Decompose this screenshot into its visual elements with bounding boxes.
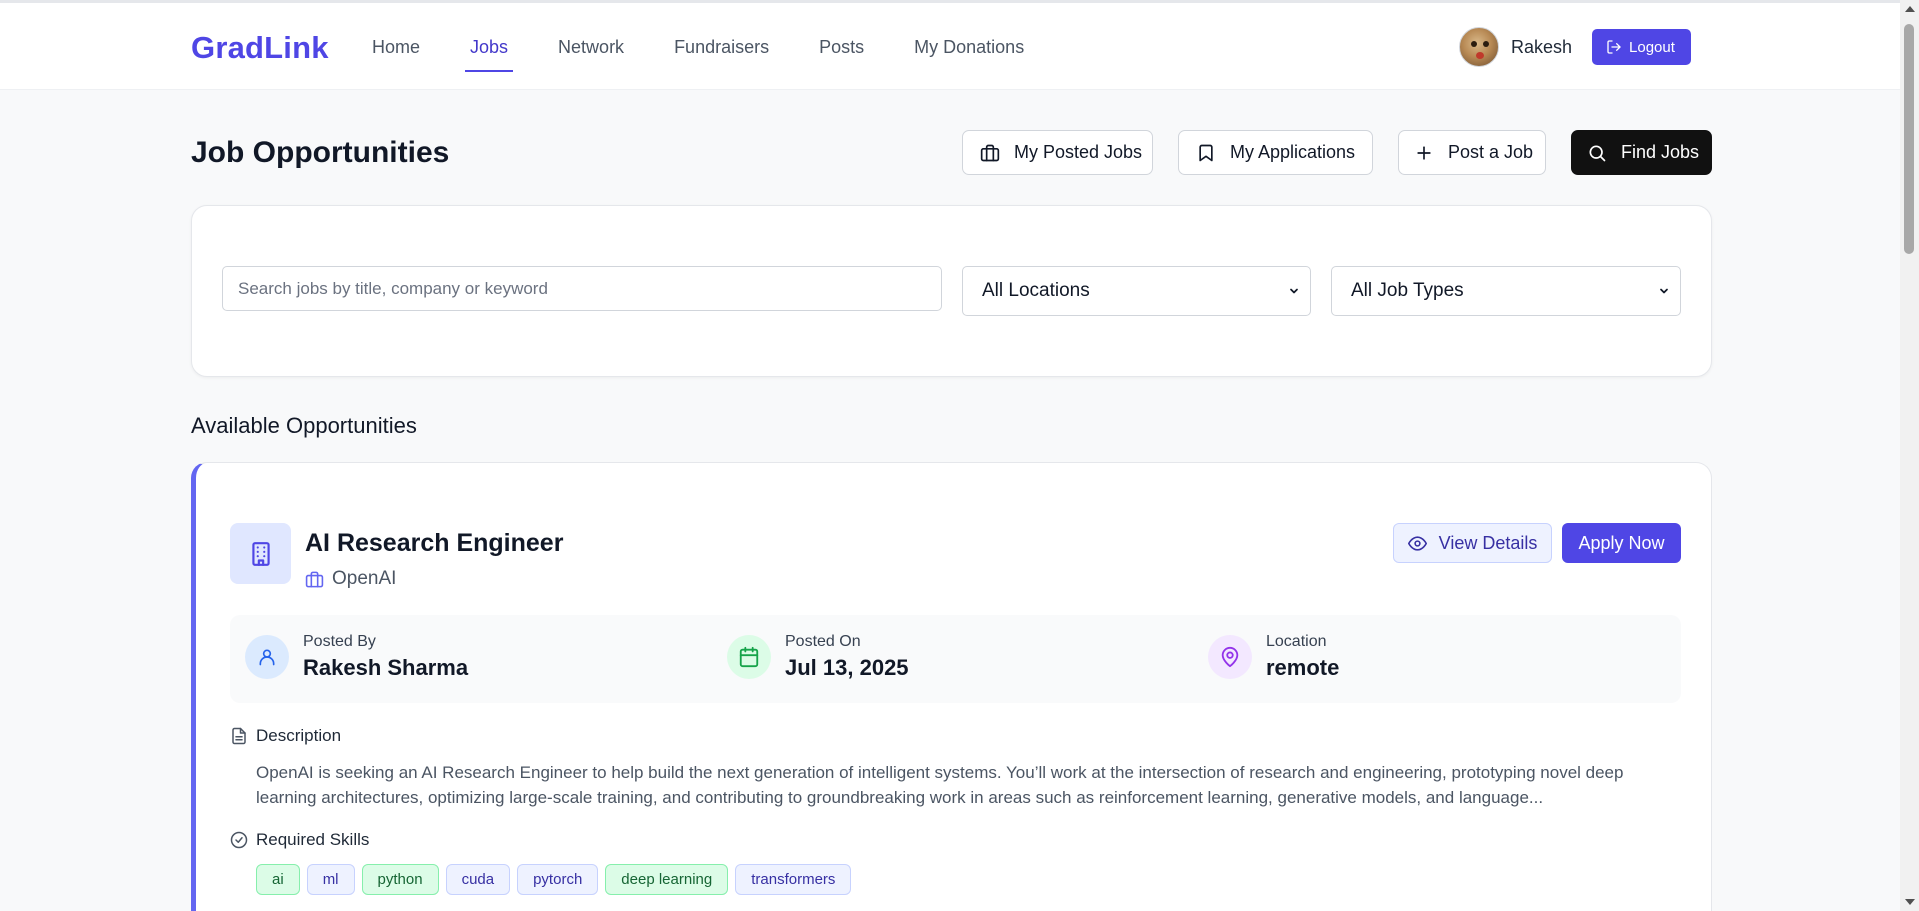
skill-tag: pytorch xyxy=(517,864,599,895)
check-circle-icon xyxy=(230,831,248,849)
calendar-icon xyxy=(727,635,771,679)
post-job-button[interactable]: Post a Job xyxy=(1398,130,1546,175)
skill-tag: ml xyxy=(306,864,355,895)
location-label: Location xyxy=(1266,633,1327,650)
skill-tag: ai xyxy=(256,864,300,895)
plus-icon xyxy=(1417,145,1431,160)
bookmark-icon xyxy=(1199,144,1213,161)
nav-link-fundraisers[interactable]: Fundraisers xyxy=(674,37,769,72)
posted-by-label: Posted By xyxy=(303,633,376,650)
nav-link-network[interactable]: Network xyxy=(558,37,624,72)
section-title: Available Opportunities xyxy=(191,413,417,438)
scroll-thumb[interactable] xyxy=(1904,24,1914,254)
avatar[interactable] xyxy=(1459,27,1499,67)
search-input[interactable] xyxy=(222,266,942,311)
job-meta-row: Posted By Rakesh Sharma Posted On Jul 13… xyxy=(230,615,1681,703)
posted-on-value: Jul 13, 2025 xyxy=(785,655,909,680)
find-jobs-button[interactable]: Find Jobs xyxy=(1571,130,1712,175)
logout-label: Logout xyxy=(1629,38,1675,56)
my-posted-jobs-button[interactable]: My Posted Jobs xyxy=(962,130,1153,175)
scroll-up-arrow[interactable] xyxy=(1905,6,1915,12)
my-applications-label: My Applications xyxy=(1230,142,1356,162)
eye-icon xyxy=(1407,535,1427,551)
scroll-down-arrow[interactable] xyxy=(1905,899,1915,905)
username[interactable]: Rakesh xyxy=(1511,37,1572,58)
skills-heading: Required Skills xyxy=(230,830,369,850)
job-type-select-value: All Job Types xyxy=(1351,280,1464,301)
nav-links: Home Jobs Network Fundraisers Posts My D… xyxy=(372,37,1074,72)
nav-link-my-donations[interactable]: My Donations xyxy=(914,37,1024,72)
find-jobs-label: Find Jobs xyxy=(1621,142,1700,162)
location-value: remote xyxy=(1266,655,1340,680)
view-details-button[interactable]: View Details xyxy=(1393,523,1552,563)
briefcase-icon xyxy=(305,571,324,587)
briefcase-icon xyxy=(980,144,1000,161)
job-description: OpenAI is seeking an AI Research Enginee… xyxy=(256,763,1624,807)
skill-tag: cuda xyxy=(445,864,511,895)
apply-now-button[interactable]: Apply Now xyxy=(1562,523,1681,563)
posted-on: Posted On Jul 13, 2025 xyxy=(727,631,909,681)
skill-tag: transformers xyxy=(735,864,852,895)
my-posted-jobs-label: My Posted Jobs xyxy=(1014,142,1143,162)
nav-link-posts[interactable]: Posts xyxy=(819,37,864,72)
posted-by-value: Rakesh Sharma xyxy=(303,655,469,680)
skills-list: ai ml python cuda pytorch deep learning … xyxy=(256,864,858,895)
map-pin-icon xyxy=(1208,635,1252,679)
location-select[interactable]: All Locations xyxy=(962,266,1311,316)
skills-label: Required Skills xyxy=(256,830,370,849)
nav-link-jobs[interactable]: Jobs xyxy=(465,37,514,72)
company-logo xyxy=(230,523,291,584)
job-card: AI Research Engineer OpenAI View Details… xyxy=(191,462,1712,911)
job-title[interactable]: AI Research Engineer xyxy=(305,529,563,558)
logout-button[interactable]: Logout xyxy=(1592,29,1691,65)
skill-tag: python xyxy=(361,864,439,895)
user-icon xyxy=(245,635,289,679)
posted-by: Posted By Rakesh Sharma xyxy=(245,631,468,681)
location-select-value: All Locations xyxy=(982,280,1090,301)
page-title: Job Opportunities xyxy=(191,136,450,169)
page-scrollbar[interactable] xyxy=(1900,0,1919,911)
my-applications-button[interactable]: My Applications xyxy=(1178,130,1373,175)
location: Location remote xyxy=(1208,631,1339,681)
company-name: OpenAI xyxy=(305,568,396,590)
logout-icon xyxy=(1607,40,1621,54)
description-heading: Description xyxy=(230,726,341,746)
job-type-select[interactable]: All Job Types xyxy=(1331,266,1681,316)
skill-tag: deep learning xyxy=(605,864,729,895)
brand-logo[interactable]: GradLink xyxy=(191,30,329,66)
company-label: OpenAI xyxy=(332,568,397,589)
nav-link-home[interactable]: Home xyxy=(372,37,420,72)
post-job-label: Post a Job xyxy=(1448,142,1534,162)
building-icon xyxy=(251,541,270,566)
user-area: Rakesh Logout xyxy=(1459,27,1691,67)
document-icon xyxy=(232,727,246,745)
chevron-down-icon xyxy=(1290,288,1298,294)
search-filters-card: All Locations All Job Types xyxy=(191,205,1712,377)
description-label: Description xyxy=(256,726,342,745)
posted-on-label: Posted On xyxy=(785,633,861,650)
chevron-down-icon xyxy=(1660,288,1668,294)
navbar: GradLink Home Jobs Network Fundraisers P… xyxy=(0,3,1900,90)
view-details-label: View Details xyxy=(1438,532,1538,553)
search-icon xyxy=(1589,145,1606,161)
